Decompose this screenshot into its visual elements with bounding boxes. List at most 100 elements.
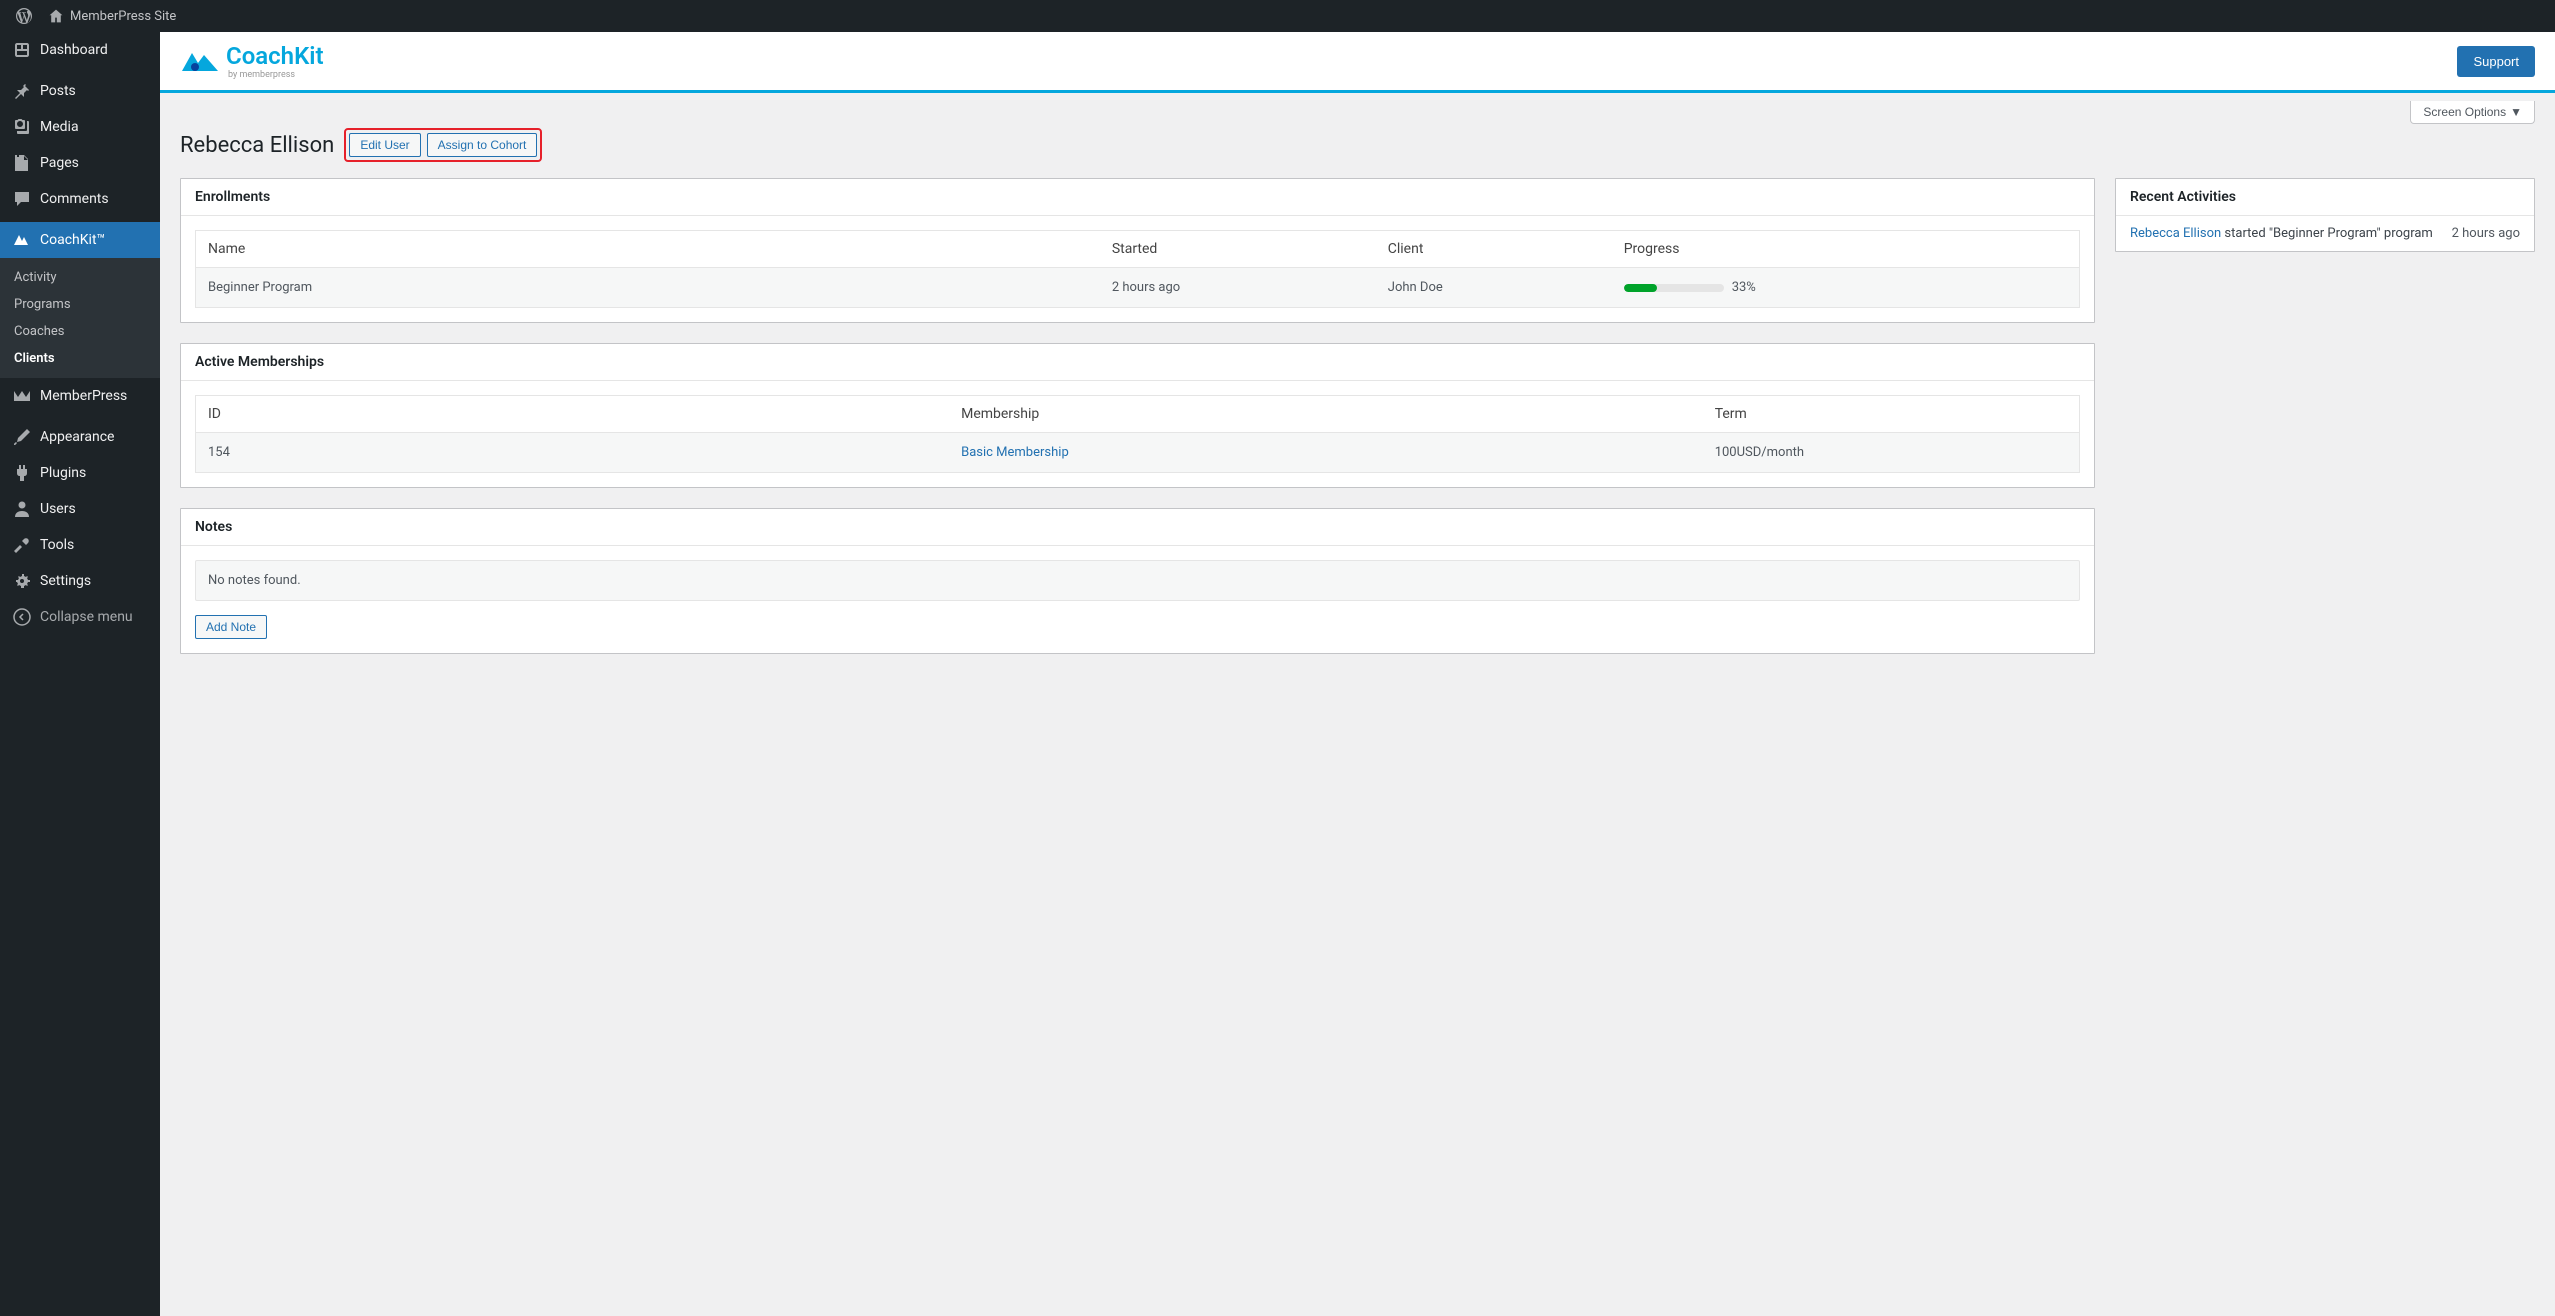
col-started: Started bbox=[1100, 231, 1376, 268]
notes-card: Notes No notes found. Add Note bbox=[180, 508, 2095, 654]
table-row: Beginner Program 2 hours ago John Doe 33… bbox=[196, 268, 2080, 308]
enrollments-title: Enrollments bbox=[181, 179, 2094, 216]
pages-icon bbox=[12, 153, 32, 173]
menu-pages-label: Pages bbox=[40, 155, 79, 171]
brand-logo: CoachKit by memberpress bbox=[180, 42, 324, 80]
submenu-clients[interactable]: Clients bbox=[0, 345, 160, 372]
membership-term: 100USD/month bbox=[1703, 433, 2080, 473]
memberpress-icon bbox=[12, 386, 32, 406]
page-title: Rebecca Ellison bbox=[180, 133, 334, 158]
enroll-name: Beginner Program bbox=[196, 268, 1100, 308]
menu-posts[interactable]: Posts bbox=[0, 73, 160, 109]
menu-users-label: Users bbox=[40, 501, 76, 517]
menu-comments-label: Comments bbox=[40, 191, 109, 207]
comments-icon bbox=[12, 189, 32, 209]
menu-memberpress-label: MemberPress bbox=[40, 388, 127, 404]
notes-empty-text: No notes found. bbox=[195, 560, 2080, 601]
activities-card: Recent Activities Rebecca Ellison starte… bbox=[2115, 178, 2535, 252]
dashboard-icon bbox=[12, 40, 32, 60]
menu-media[interactable]: Media bbox=[0, 109, 160, 145]
menu-dashboard-label: Dashboard bbox=[40, 42, 108, 58]
notes-title: Notes bbox=[181, 509, 2094, 546]
menu-tools-label: Tools bbox=[40, 537, 74, 553]
edit-user-button[interactable]: Edit User bbox=[349, 133, 420, 157]
page-header: Rebecca Ellison Edit User Assign to Coho… bbox=[160, 124, 2555, 178]
enroll-progress: 33% bbox=[1612, 268, 2080, 308]
site-home-link[interactable]: MemberPress Site bbox=[40, 8, 184, 24]
activity-text: started "Beginner Program" program bbox=[2221, 226, 2433, 241]
menu-users[interactable]: Users bbox=[0, 491, 160, 527]
admin-bar: MemberPress Site bbox=[0, 0, 2555, 32]
menu-coachkit[interactable]: CoachKit™ bbox=[0, 222, 160, 258]
enroll-started: 2 hours ago bbox=[1100, 268, 1376, 308]
menu-plugins[interactable]: Plugins bbox=[0, 455, 160, 491]
menu-settings[interactable]: Settings bbox=[0, 563, 160, 599]
coachkit-logo-icon bbox=[180, 47, 220, 75]
wp-logo[interactable] bbox=[8, 8, 40, 24]
admin-sidebar: Dashboard Posts Media Pages Comments Coa… bbox=[0, 32, 160, 1316]
brush-icon bbox=[12, 427, 32, 447]
brand-bar: CoachKit by memberpress Support bbox=[160, 32, 2555, 93]
plugin-icon bbox=[12, 463, 32, 483]
content-area: CoachKit by memberpress Support Screen O… bbox=[160, 32, 2555, 1316]
memberships-title: Active Memberships bbox=[181, 344, 2094, 381]
menu-memberpress[interactable]: MemberPress bbox=[0, 378, 160, 414]
menu-tools[interactable]: Tools bbox=[0, 527, 160, 563]
wordpress-icon bbox=[16, 8, 32, 24]
enrollments-card: Enrollments Name Started Client Progress bbox=[180, 178, 2095, 323]
menu-pages[interactable]: Pages bbox=[0, 145, 160, 181]
menu-collapse-label: Collapse menu bbox=[40, 609, 133, 625]
settings-icon bbox=[12, 571, 32, 591]
screen-options-button[interactable]: Screen Options ▼ bbox=[2410, 101, 2535, 124]
col-name: Name bbox=[196, 231, 1100, 268]
user-icon bbox=[12, 499, 32, 519]
activity-time: 2 hours ago bbox=[2452, 226, 2520, 241]
enrollments-table: Name Started Client Progress Beginner Pr… bbox=[195, 230, 2080, 308]
membership-link[interactable]: Basic Membership bbox=[961, 445, 1069, 460]
wrench-icon bbox=[12, 535, 32, 555]
screen-options-label: Screen Options bbox=[2423, 105, 2506, 119]
menu-settings-label: Settings bbox=[40, 573, 91, 589]
support-button[interactable]: Support bbox=[2457, 46, 2535, 77]
media-icon bbox=[12, 117, 32, 137]
membership-id: 154 bbox=[196, 433, 950, 473]
activity-user-link[interactable]: Rebecca Ellison bbox=[2130, 226, 2221, 241]
memberships-card: Active Memberships ID Membership Term bbox=[180, 343, 2095, 488]
submenu-programs[interactable]: Programs bbox=[0, 291, 160, 318]
submenu-activity[interactable]: Activity bbox=[0, 264, 160, 291]
menu-appearance[interactable]: Appearance bbox=[0, 419, 160, 455]
coachkit-icon bbox=[12, 230, 32, 250]
col-term: Term bbox=[1703, 396, 2080, 433]
menu-plugins-label: Plugins bbox=[40, 465, 86, 481]
col-membership: Membership bbox=[949, 396, 1703, 433]
menu-collapse[interactable]: Collapse menu bbox=[0, 599, 160, 635]
progress-pct: 33% bbox=[1732, 280, 1756, 295]
brand-name: CoachKit bbox=[226, 42, 324, 70]
table-row: 154 Basic Membership 100USD/month bbox=[196, 433, 2080, 473]
home-icon bbox=[48, 8, 64, 24]
enroll-client: John Doe bbox=[1376, 268, 1612, 308]
submenu-coaches[interactable]: Coaches bbox=[0, 318, 160, 345]
pin-icon bbox=[12, 81, 32, 101]
col-id: ID bbox=[196, 396, 950, 433]
activity-item: Rebecca Ellison started "Beginner Progra… bbox=[2116, 216, 2534, 251]
activities-title: Recent Activities bbox=[2116, 179, 2534, 216]
menu-coachkit-label: CoachKit™ bbox=[40, 232, 105, 248]
col-client: Client bbox=[1376, 231, 1612, 268]
brand-sub: by memberpress bbox=[228, 70, 324, 80]
progress-bar bbox=[1624, 284, 1724, 292]
menu-dashboard[interactable]: Dashboard bbox=[0, 32, 160, 68]
menu-media-label: Media bbox=[40, 119, 79, 135]
assign-cohort-button[interactable]: Assign to Cohort bbox=[427, 133, 538, 157]
chevron-down-icon: ▼ bbox=[2510, 105, 2522, 119]
collapse-icon bbox=[12, 607, 32, 627]
add-note-button[interactable]: Add Note bbox=[195, 615, 267, 639]
memberships-table: ID Membership Term 154 Basic Membership … bbox=[195, 395, 2080, 473]
menu-appearance-label: Appearance bbox=[40, 429, 114, 445]
menu-comments[interactable]: Comments bbox=[0, 181, 160, 217]
menu-posts-label: Posts bbox=[40, 83, 76, 99]
title-actions-highlight: Edit User Assign to Cohort bbox=[344, 128, 542, 162]
col-progress: Progress bbox=[1612, 231, 2080, 268]
coachkit-submenu: Activity Programs Coaches Clients bbox=[0, 258, 160, 378]
site-name: MemberPress Site bbox=[70, 9, 176, 24]
